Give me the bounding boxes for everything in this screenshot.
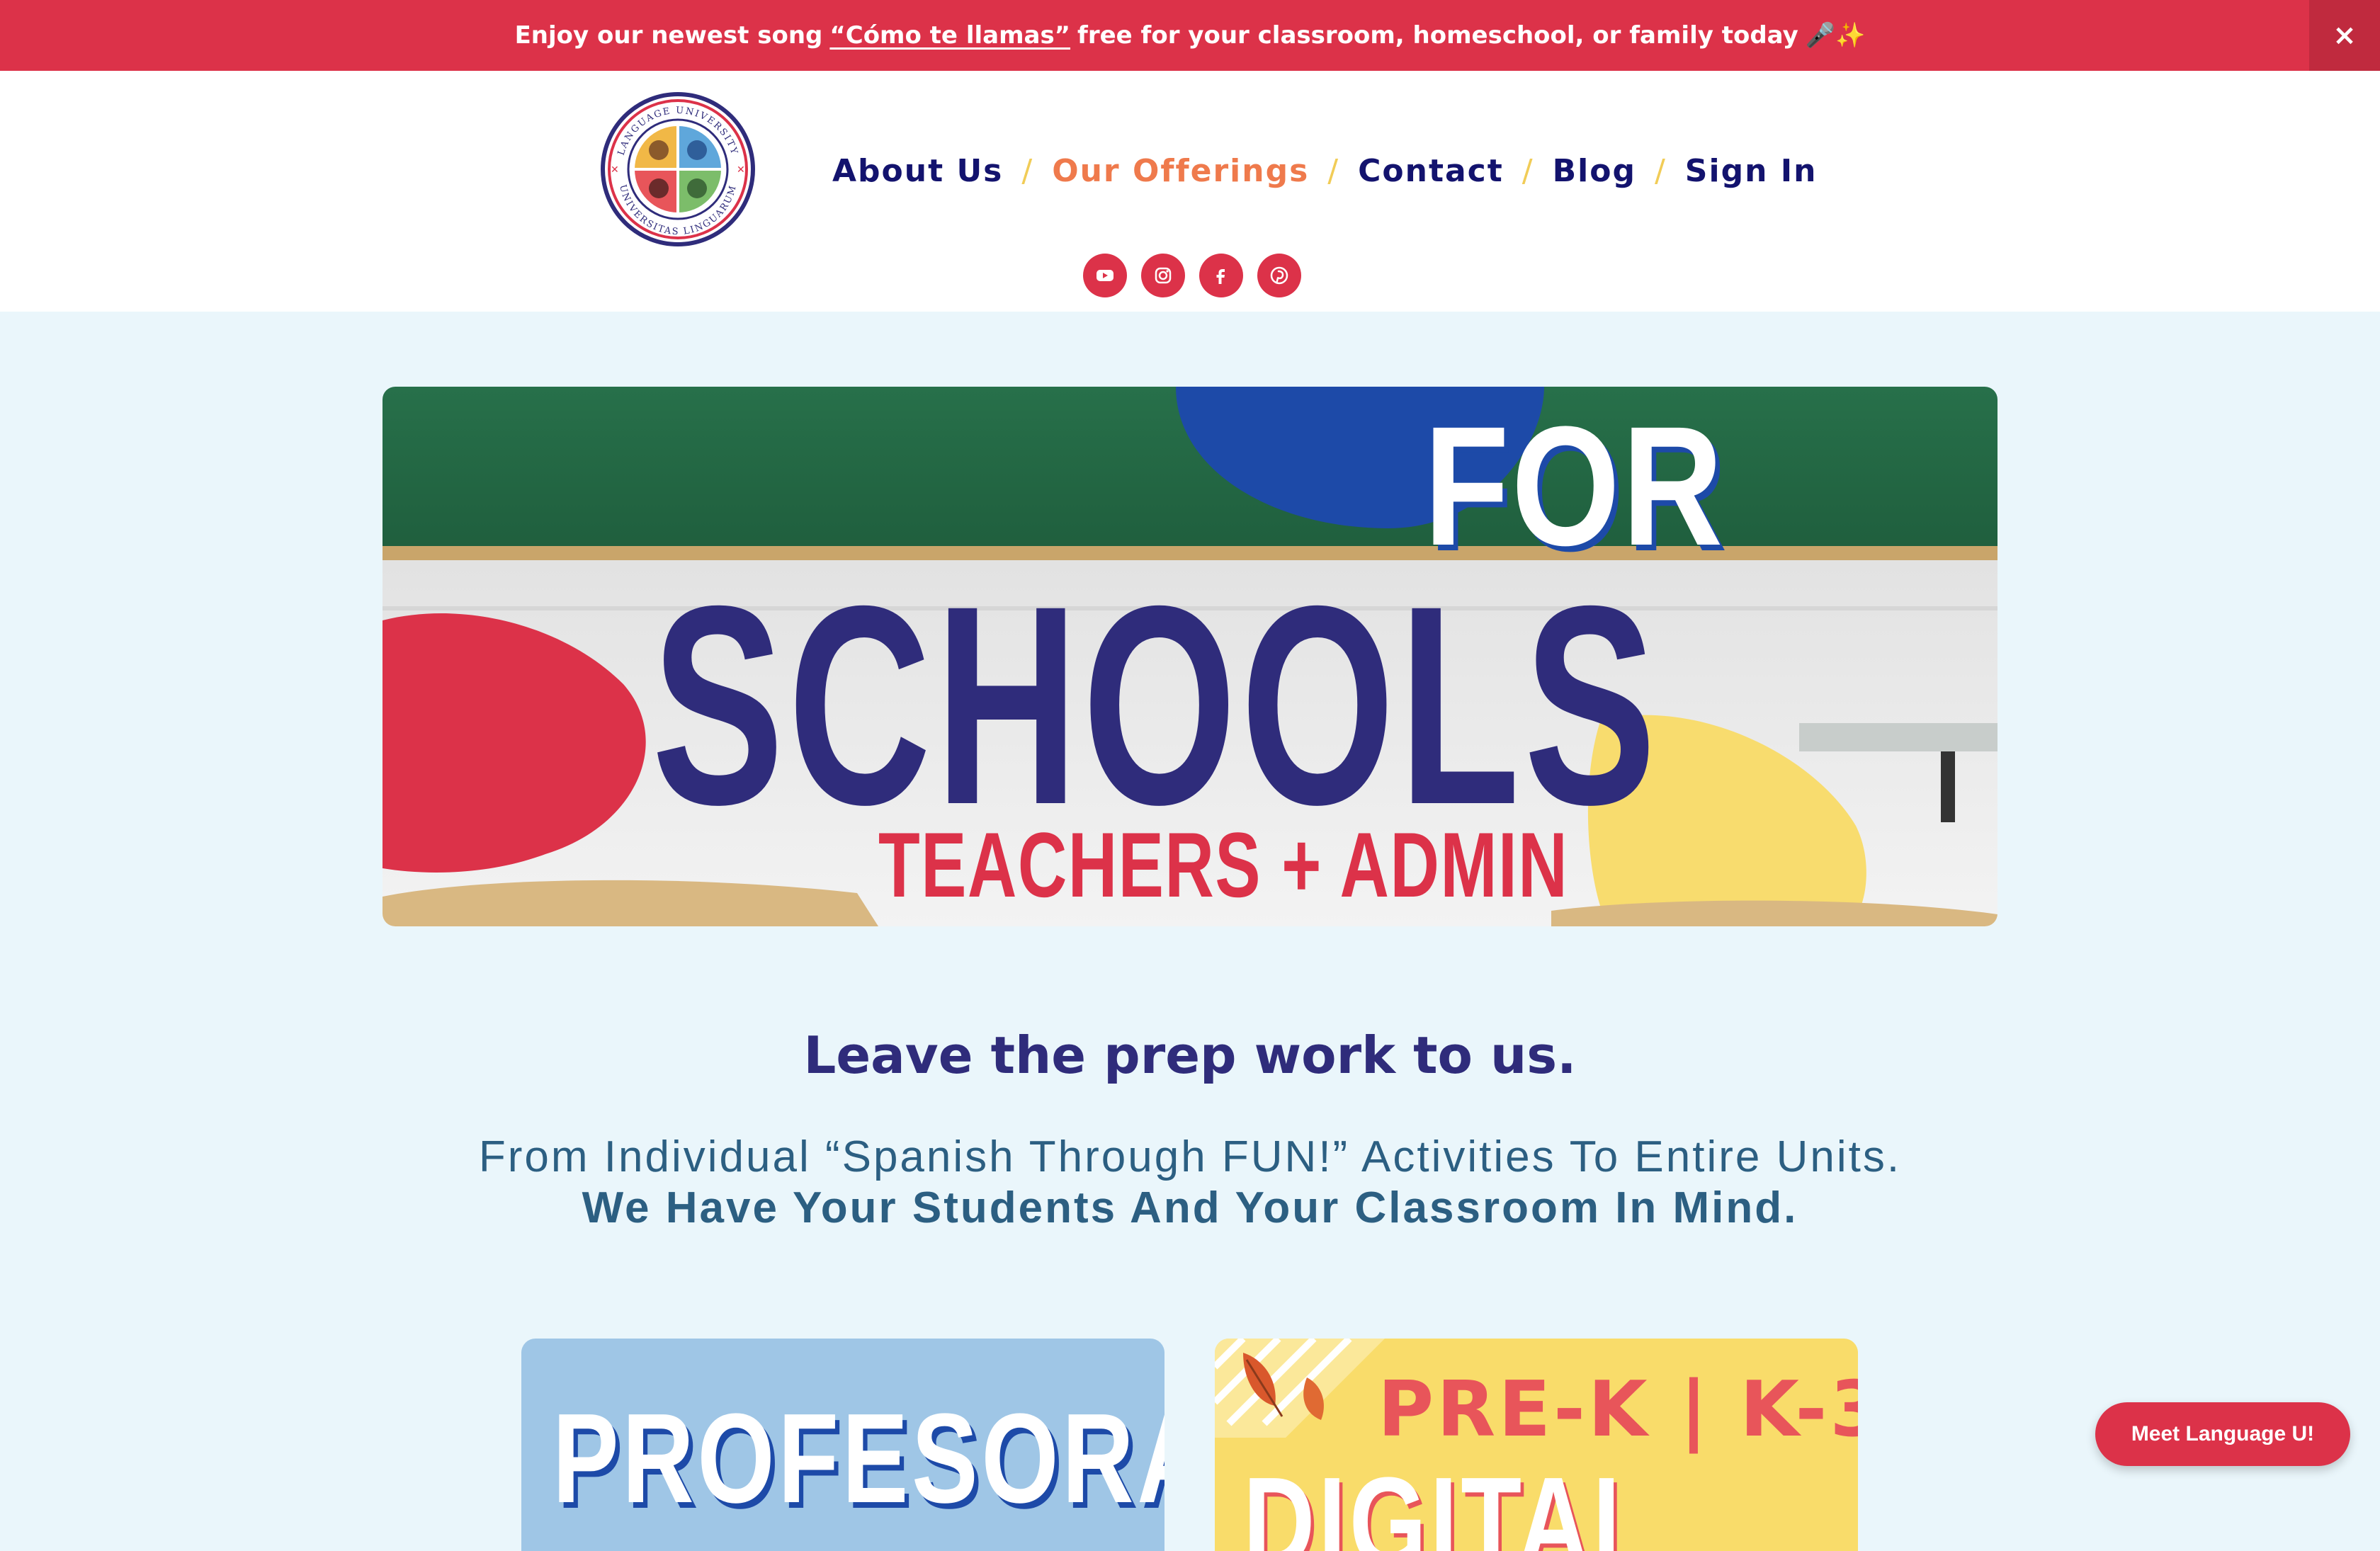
nav-our-offerings[interactable]: Our Offerings (1052, 153, 1309, 189)
pinterest-icon (1270, 266, 1288, 285)
nav-contact[interactable]: Contact (1358, 153, 1504, 189)
hero-line-schools: SCHOOLS (652, 547, 1660, 863)
youtube-link[interactable] (1083, 254, 1127, 297)
pinterest-link[interactable] (1257, 254, 1301, 297)
autumn-leaves-graphic (1215, 1339, 1385, 1438)
announcement-bar: Enjoy our newest song “Cómo te llamas” f… (0, 0, 2380, 71)
svg-text:✕: ✕ (611, 164, 619, 176)
announcement-suffix: free for your classroom, homeschool, or … (1077, 21, 1798, 50)
card-grade-label: PRE-K | K-3 (1378, 1365, 1858, 1454)
facebook-icon (1216, 269, 1225, 284)
microphone-sparkle-icon: 🎤✨ (1805, 21, 1866, 50)
social-links (1083, 254, 1301, 297)
language-university-logo[interactable]: LANGUAGE UNIVERSITY UNIVERSITAS LINGUARU… (601, 92, 755, 246)
hero-banner: FOR SCHOOLS TEACHERS + ADMIN (382, 387, 1998, 926)
close-icon: × (2333, 19, 2357, 52)
instagram-link[interactable] (1141, 254, 1185, 297)
announcement-song-link[interactable]: “Cómo te llamas” (829, 21, 1070, 50)
card-title: DIGITAL (1243, 1451, 1657, 1551)
card-title: PROFESORA (552, 1387, 1164, 1530)
nav-separator: / (1021, 152, 1034, 189)
meet-language-u-button[interactable]: Meet Language U! (2095, 1402, 2350, 1466)
offering-card-profesora[interactable]: PROFESORA (521, 1339, 1164, 1551)
nav-separator: / (1654, 152, 1667, 189)
hero-line-for: FOR (1424, 391, 1726, 581)
offering-card-digital[interactable]: PRE-K | K-3 DIGITAL (1215, 1339, 1858, 1551)
nav-blog[interactable]: Blog (1553, 153, 1636, 189)
intro-text-line-1: From Individual “Spanish Through FUN!” A… (478, 1132, 1902, 1181)
main-nav: About Us / Our Offerings / Contact / Blo… (832, 146, 1817, 195)
facebook-link[interactable] (1199, 254, 1243, 297)
announcement-close-button[interactable]: × (2309, 0, 2380, 71)
section-tagline: Leave the prep work to us. (803, 1026, 1577, 1085)
announcement-prefix: Enjoy our newest song (514, 21, 823, 50)
instagram-icon (1155, 267, 1172, 284)
nav-about-us[interactable]: About Us (832, 153, 1003, 189)
nav-separator: / (1522, 152, 1534, 189)
nav-sign-in[interactable]: Sign In (1685, 153, 1818, 189)
hero-line-teachers-admin: TEACHERS + ADMIN (878, 813, 1569, 916)
intro-text-line-2: We Have Your Students And Your Classroom… (582, 1183, 1798, 1232)
nav-separator: / (1327, 152, 1340, 189)
youtube-icon (1096, 270, 1114, 281)
svg-text:✕: ✕ (737, 164, 745, 176)
